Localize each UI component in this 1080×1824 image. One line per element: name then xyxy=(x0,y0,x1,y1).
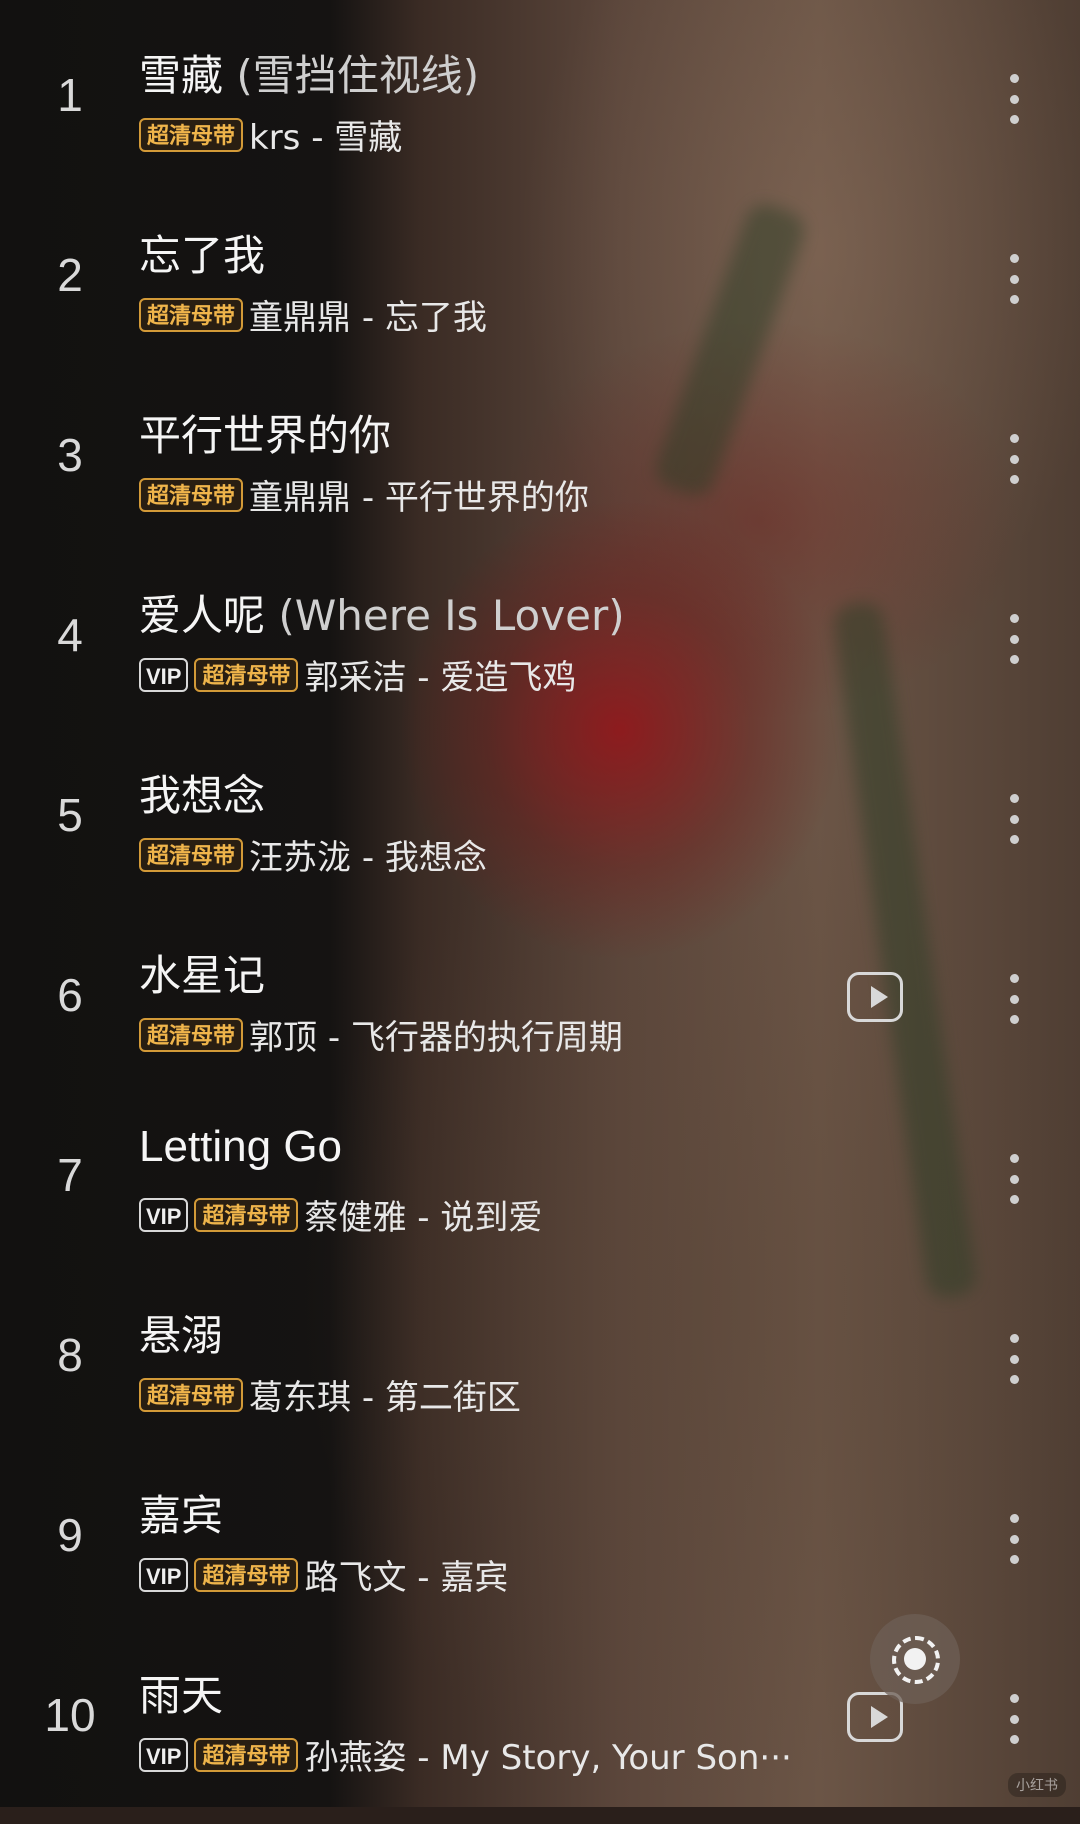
more-vertical-icon[interactable] xyxy=(1008,1334,1020,1384)
song-title: Letting Go xyxy=(139,1122,343,1171)
track-number: 2 xyxy=(57,249,83,301)
more-vertical-icon[interactable] xyxy=(1008,614,1020,664)
more-vertical-icon[interactable] xyxy=(1008,794,1020,844)
song-title: 忘了我 xyxy=(139,231,266,280)
hq-badge: 超清母带 xyxy=(194,657,299,692)
song-title: 平行世界的你 xyxy=(139,411,392,460)
more-vertical-icon[interactable] xyxy=(1008,74,1020,124)
track-number: 8 xyxy=(57,1329,83,1381)
song-title: 水星记 xyxy=(139,951,266,1000)
song-title: 悬溺 xyxy=(139,1311,224,1360)
more-vertical-icon[interactable] xyxy=(1008,1154,1020,1204)
song-row[interactable]: 3 平行世界的你超清母带 童鼎鼎 - 平行世界的你 xyxy=(0,384,1080,564)
song-row[interactable]: 4 爱人呢 (Where Is Lover) VIP 超清母带 郭采洁 - 爱造飞鸡 xyxy=(0,564,1080,744)
song-meta: 超清母带 童鼎鼎 - 忘了我 xyxy=(139,290,487,339)
song-meta: 超清母带 郭顶 - 飞行器的执行周期 xyxy=(139,1010,623,1059)
hq-badge: 超清母带 xyxy=(194,1557,299,1592)
more-vertical-icon[interactable] xyxy=(1008,974,1020,1024)
hq-badge: 超清母带 xyxy=(139,1377,244,1412)
song-row[interactable]: 8 悬溺超清母带 葛东琪 - 第二街区 xyxy=(0,1284,1080,1464)
song-meta: VIP 超清母带 孙燕姿 - My Story, Your Son··· xyxy=(139,1730,792,1779)
song-row[interactable]: 7 Letting Go VIP 超清母带 蔡健雅 - 说到爱 xyxy=(0,1104,1080,1284)
song-title: 雪藏 (雪挡住视线) xyxy=(139,51,480,100)
more-vertical-icon[interactable] xyxy=(1008,1514,1020,1564)
song-meta: 超清母带 汪苏泷 - 我想念 xyxy=(139,830,487,879)
play-video-icon[interactable] xyxy=(847,972,903,1022)
vip-badge: VIP xyxy=(139,1557,189,1592)
artist-album: 蔡健雅 - 说到爱 xyxy=(304,1198,543,1238)
locate-current-icon[interactable] xyxy=(870,1614,960,1704)
artist-album: 郭采洁 - 爱造飞鸡 xyxy=(304,658,577,698)
hq-badge: 超清母带 xyxy=(194,1197,299,1232)
hq-badge: 超清母带 xyxy=(139,477,244,512)
vip-badge: VIP xyxy=(139,657,189,692)
song-title: 爱人呢 (Where Is Lover) xyxy=(139,591,625,640)
song-meta: VIP 超清母带 郭采洁 - 爱造飞鸡 xyxy=(139,650,576,699)
track-number: 7 xyxy=(57,1149,83,1201)
artist-album: 童鼎鼎 - 平行世界的你 xyxy=(249,478,589,518)
vip-badge: VIP xyxy=(139,1197,189,1232)
artist-album: 葛东琪 - 第二街区 xyxy=(249,1378,521,1418)
song-meta: 超清母带 krs - 雪藏 xyxy=(139,110,402,159)
artist-album: 童鼎鼎 - 忘了我 xyxy=(249,298,487,338)
track-number: 6 xyxy=(57,969,83,1021)
hq-badge: 超清母带 xyxy=(139,837,244,872)
watermark: 小红书 xyxy=(1008,1773,1066,1797)
artist-album: 孙燕姿 - My Story, Your Son··· xyxy=(304,1738,792,1778)
vip-badge: VIP xyxy=(139,1737,189,1772)
track-number: 9 xyxy=(57,1509,83,1561)
track-number: 5 xyxy=(57,789,83,841)
hq-badge: 超清母带 xyxy=(139,117,244,152)
song-title: 嘉宾 xyxy=(139,1491,224,1540)
more-vertical-icon[interactable] xyxy=(1008,254,1020,304)
song-title: 雨天 xyxy=(139,1671,224,1720)
track-number: 1 xyxy=(57,69,83,121)
more-vertical-icon[interactable] xyxy=(1008,1694,1020,1744)
song-title: 我想念 xyxy=(139,771,266,820)
song-meta: VIP 超清母带 路飞文 - 嘉宾 xyxy=(139,1550,508,1599)
artist-album: 汪苏泷 - 我想念 xyxy=(249,838,487,878)
song-row[interactable]: 6 水星记超清母带 郭顶 - 飞行器的执行周期 xyxy=(0,924,1080,1104)
song-meta: 超清母带 童鼎鼎 - 平行世界的你 xyxy=(139,470,589,519)
song-row[interactable]: 5 我想念超清母带 汪苏泷 - 我想念 xyxy=(0,744,1080,924)
track-number: 3 xyxy=(57,429,83,481)
hq-badge: 超清母带 xyxy=(139,297,244,332)
track-number: 10 xyxy=(44,1689,96,1741)
song-row[interactable]: 2 忘了我超清母带 童鼎鼎 - 忘了我 xyxy=(0,204,1080,384)
artist-album: 郭顶 - 飞行器的执行周期 xyxy=(249,1018,623,1058)
hq-badge: 超清母带 xyxy=(139,1017,244,1052)
more-vertical-icon[interactable] xyxy=(1008,434,1020,484)
song-row[interactable]: 1 雪藏 (雪挡住视线) 超清母带 krs - 雪藏 xyxy=(0,24,1080,204)
song-list: 1 雪藏 (雪挡住视线) 超清母带 krs - 雪藏 2 忘了我 超清母带 童鼎鼎 - 忘了… xyxy=(0,0,1080,1807)
song-meta: 超清母带 葛东琪 - 第二街区 xyxy=(139,1370,521,1419)
artist-album: 路飞文 - 嘉宾 xyxy=(304,1558,509,1598)
hq-badge: 超清母带 xyxy=(194,1737,299,1772)
track-number: 4 xyxy=(57,609,83,661)
artist-album: krs - 雪藏 xyxy=(249,118,403,158)
song-meta: VIP 超清母带 蔡健雅 - 说到爱 xyxy=(139,1190,542,1239)
